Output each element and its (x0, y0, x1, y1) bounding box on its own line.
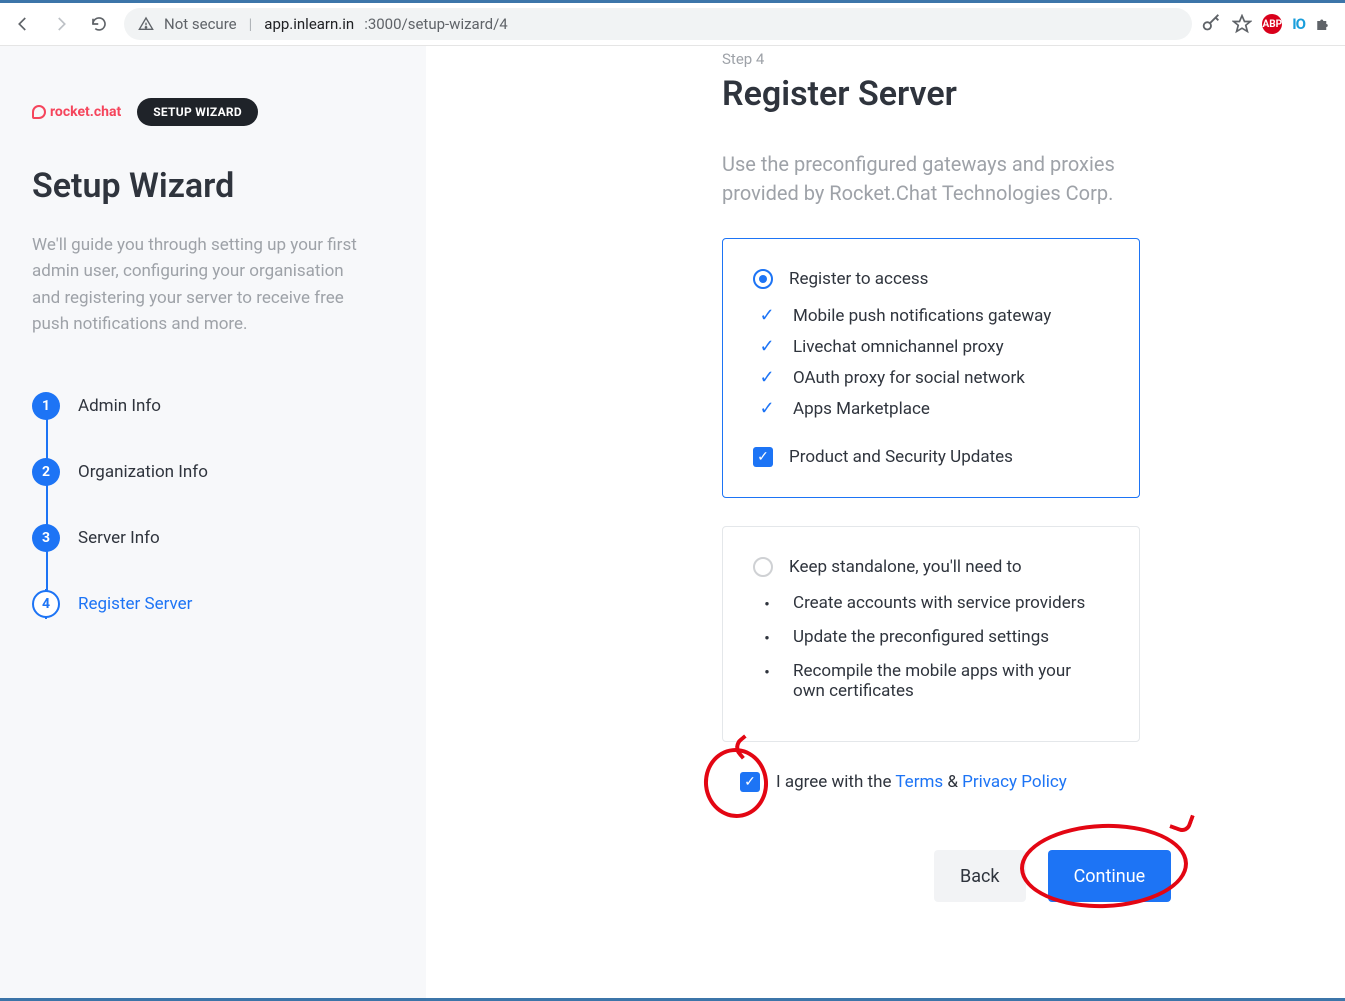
brand-logo: rocket.chat (32, 104, 121, 120)
standalone-item: •Update the preconfigured settings (757, 627, 1109, 651)
register-radio-label: Register to access (789, 269, 928, 289)
annotation-circle (1169, 809, 1195, 835)
main-content: Step 4 Register Server Use the preconfig… (426, 46, 1345, 1001)
feature-item: ✓Apps Marketplace (757, 398, 1109, 419)
not-secure-label: Not secure (164, 15, 237, 33)
url-host: app.inlearn.in (264, 15, 354, 33)
setup-wizard-badge: SETUP WIZARD (137, 98, 258, 126)
step-organization-info[interactable]: 2 Organization Info (32, 439, 393, 505)
brand-text: rocket.chat (50, 104, 121, 120)
step-label: Organization Info (78, 462, 208, 482)
standalone-radio[interactable] (753, 557, 773, 577)
updates-checkbox-label: Product and Security Updates (789, 447, 1013, 467)
standalone-radio-label: Keep standalone, you'll need to (789, 557, 1022, 577)
back-button[interactable]: Back (934, 850, 1026, 902)
step-number: 1 (32, 392, 60, 420)
continue-button[interactable]: Continue (1048, 850, 1172, 902)
standalone-item: •Create accounts with service providers (757, 593, 1109, 617)
feature-item: ✓Mobile push notifications gateway (757, 305, 1109, 326)
reload-icon[interactable] (82, 7, 116, 41)
step-admin-info[interactable]: 1 Admin Info (32, 373, 393, 439)
privacy-link[interactable]: Privacy Policy (962, 772, 1067, 792)
step-label: Register Server (78, 594, 192, 614)
key-icon[interactable] (1200, 13, 1222, 35)
io-extension-icon[interactable]: IO (1292, 15, 1305, 33)
address-bar[interactable]: Not secure | app.inlearn.in:3000/setup-w… (124, 8, 1192, 40)
step-label: Server Info (78, 528, 160, 548)
terms-link[interactable]: Terms (895, 772, 943, 792)
feature-item: ✓Livechat omnichannel proxy (757, 336, 1109, 357)
browser-toolbar: Not secure | app.inlearn.in:3000/setup-w… (0, 0, 1345, 46)
puzzle-icon[interactable] (1315, 15, 1333, 33)
star-icon[interactable] (1232, 14, 1252, 34)
step-server-info[interactable]: 3 Server Info (32, 505, 393, 571)
feature-item: ✓OAuth proxy for social network (757, 367, 1109, 388)
step-number: 4 (32, 590, 60, 618)
step-number: 3 (32, 524, 60, 552)
step-label: Admin Info (78, 396, 161, 416)
sidebar-title: Setup Wizard (32, 166, 393, 206)
wizard-steps: 1 Admin Info 2 Organization Info 3 Serve… (32, 373, 393, 637)
updates-checkbox[interactable]: ✓ (753, 447, 773, 467)
check-icon: ✓ (757, 336, 777, 357)
register-radio[interactable] (753, 269, 773, 289)
standalone-item: •Recompile the mobile apps with your own… (757, 661, 1109, 701)
agree-checkbox[interactable]: ✓ (740, 772, 760, 792)
abp-extension-icon[interactable]: ABP (1262, 14, 1282, 34)
standalone-option-card[interactable]: Keep standalone, you'll need to •Create … (722, 526, 1140, 742)
brand-bubble-icon (32, 105, 46, 119)
register-option-card[interactable]: Register to access ✓Mobile push notifica… (722, 238, 1140, 498)
warning-icon (138, 16, 154, 32)
url-path: :3000/setup-wizard/4 (364, 15, 508, 33)
forward-nav-icon[interactable] (44, 7, 78, 41)
sidebar: rocket.chat SETUP WIZARD Setup Wizard We… (0, 46, 426, 1001)
page-description: Use the preconfigured gateways and proxi… (722, 150, 1182, 208)
sidebar-description: We'll guide you through setting up your … (32, 232, 372, 337)
check-icon: ✓ (757, 305, 777, 326)
check-icon: ✓ (757, 398, 777, 419)
page-title: Register Server (722, 74, 1285, 114)
step-register-server[interactable]: 4 Register Server (32, 571, 393, 637)
agree-text: I agree with the Terms & Privacy Policy (776, 772, 1067, 792)
check-icon: ✓ (757, 367, 777, 388)
back-nav-icon[interactable] (6, 7, 40, 41)
step-indicator: Step 4 (722, 50, 1285, 68)
step-number: 2 (32, 458, 60, 486)
browser-right-icons: ABP IO (1200, 13, 1339, 35)
annotation-circle (701, 745, 772, 821)
